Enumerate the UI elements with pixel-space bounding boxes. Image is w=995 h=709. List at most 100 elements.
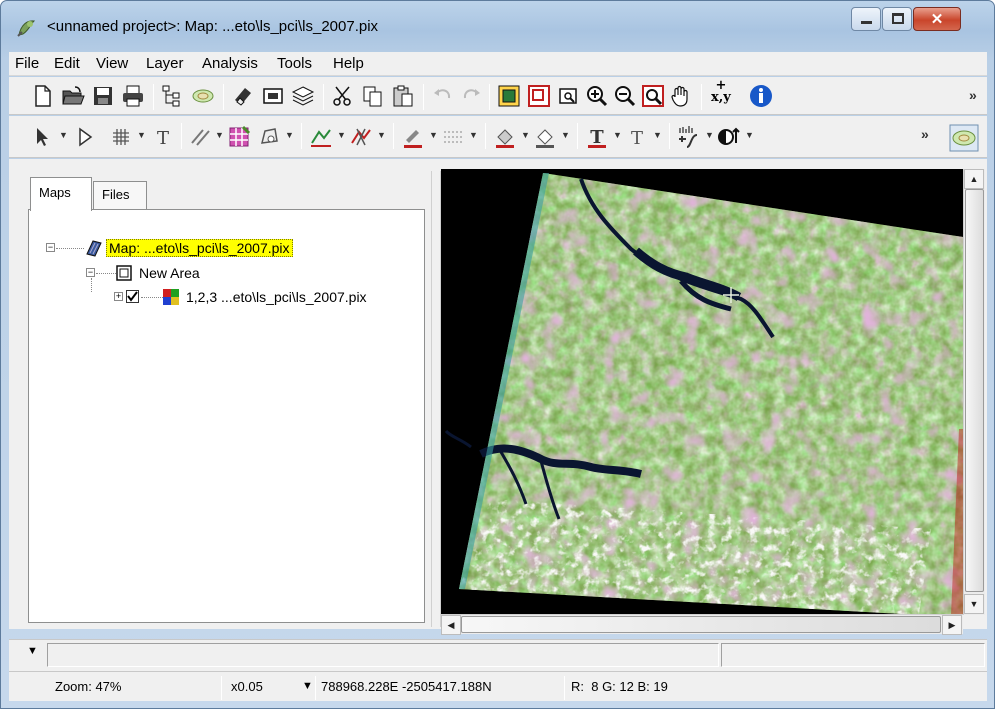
split-line-icon[interactable]	[349, 125, 373, 149]
eraser-icon[interactable]	[231, 84, 255, 108]
paste-icon[interactable]	[391, 84, 415, 108]
toolbar-separator	[489, 84, 490, 110]
hierarchy-icon[interactable]	[161, 84, 185, 108]
chevron-down-icon[interactable]: ▼	[59, 130, 68, 140]
line-style-icon[interactable]	[441, 125, 465, 149]
chevron-down-icon[interactable]: ▼	[521, 130, 530, 140]
pattern-fill-icon[interactable]	[227, 125, 251, 149]
layer-view-icon[interactable]	[191, 84, 215, 108]
toolbar-separator	[301, 123, 302, 149]
layers-stack-icon[interactable]	[291, 84, 315, 108]
tree-collapse-toggle[interactable]: −	[46, 243, 55, 252]
status-dropdown-icon[interactable]: ▼	[27, 645, 38, 657]
chevron-down-icon[interactable]: ▼	[469, 130, 478, 140]
zoom-layer-icon[interactable]	[641, 84, 665, 108]
vertical-scrollbar[interactable]: ▲ ▼	[963, 169, 985, 615]
minimize-icon	[861, 21, 872, 24]
close-button[interactable]: ✕	[913, 7, 961, 31]
tree-layer-node[interactable]: 1,2,3 ...eto\ls_pci\ls_2007.pix	[186, 289, 367, 305]
horizontal-scroll-thumb[interactable]	[461, 616, 941, 633]
layer-visibility-checkbox[interactable]	[126, 290, 139, 303]
enhancement-curve-icon[interactable]	[677, 125, 701, 149]
text-tool-icon[interactable]: T	[151, 125, 175, 149]
panel-splitter[interactable]	[431, 171, 441, 627]
contrast-icon[interactable]	[717, 125, 741, 149]
fill-style-icon[interactable]	[533, 125, 557, 149]
reshape-icon[interactable]	[309, 125, 333, 149]
zoom-extent-icon[interactable]	[497, 84, 521, 108]
scroll-down-button[interactable]: ▼	[964, 594, 984, 614]
maximize-icon	[892, 13, 904, 24]
print-icon[interactable]	[121, 84, 145, 108]
tree-area-node[interactable]: New Area	[139, 265, 200, 281]
save-icon[interactable]	[91, 84, 115, 108]
vertical-scroll-thumb[interactable]	[965, 189, 984, 592]
undo-icon[interactable]	[431, 84, 455, 108]
select-arrow-icon[interactable]	[31, 125, 55, 149]
grid-select-icon[interactable]	[109, 125, 133, 149]
new-file-icon[interactable]	[31, 84, 55, 108]
close-icon: ✕	[930, 11, 944, 28]
menu-tools[interactable]: Tools	[277, 55, 312, 72]
polygon-draw-icon[interactable]	[257, 125, 281, 149]
tree-map-node[interactable]: Map: ...eto\ls_pci\ls_2007.pix	[106, 239, 293, 257]
menu-edit[interactable]: Edit	[54, 55, 80, 72]
horizontal-scrollbar[interactable]: ◀ ▶	[441, 614, 963, 635]
cut-icon[interactable]	[331, 84, 355, 108]
menu-view[interactable]: View	[96, 55, 128, 72]
scroll-up-button[interactable]: ▲	[964, 169, 984, 189]
map-canvas[interactable]	[441, 169, 963, 615]
scroll-left-button[interactable]: ◀	[441, 615, 461, 635]
toolbar-overflow-button[interactable]: »	[969, 87, 977, 103]
maximize-button[interactable]	[882, 7, 912, 31]
chevron-down-icon[interactable]: ▼	[429, 130, 438, 140]
chevron-down-icon[interactable]: ▼	[215, 130, 224, 140]
info-icon[interactable]	[749, 84, 773, 108]
layer-view-toggle-icon[interactable]	[949, 124, 979, 152]
menu-layer[interactable]: Layer	[146, 55, 184, 72]
toolbar-separator	[423, 84, 424, 110]
menu-help[interactable]: Help	[333, 55, 364, 72]
pan-hand-icon[interactable]	[669, 84, 693, 108]
scroll-right-button[interactable]: ▶	[942, 615, 962, 635]
redo-icon[interactable]	[459, 84, 483, 108]
chevron-down-icon[interactable]: ▼	[705, 130, 714, 140]
chevron-down-icon[interactable]: ▼	[137, 130, 146, 140]
open-folder-icon[interactable]	[61, 84, 85, 108]
toolbar-overflow-button[interactable]: »	[921, 126, 929, 142]
map-node-label: Map: ...eto\ls_pci\ls_2007.pix	[106, 239, 293, 257]
toolbar-separator	[669, 123, 670, 149]
rgb-layer-icon	[163, 289, 179, 305]
tab-files[interactable]: Files	[93, 181, 147, 209]
chevron-down-icon[interactable]: ▼	[745, 130, 754, 140]
line-draw-icon[interactable]	[189, 125, 213, 149]
fill-color-icon[interactable]	[493, 125, 517, 149]
tree-connector	[56, 248, 84, 249]
chevron-down-icon[interactable]: ▼	[377, 130, 386, 140]
zoom-box-icon[interactable]	[557, 84, 581, 108]
text-color-icon[interactable]: T	[585, 125, 609, 149]
text-font-icon[interactable]: T	[625, 125, 649, 149]
area-node-icon	[116, 265, 132, 281]
zoom-window-icon[interactable]	[527, 84, 551, 108]
tree-collapse-toggle[interactable]: −	[86, 268, 95, 277]
copy-icon[interactable]	[361, 84, 385, 108]
zoom-out-icon[interactable]	[613, 84, 637, 108]
menu-file[interactable]: File	[15, 55, 39, 72]
zoom-in-icon[interactable]	[585, 84, 609, 108]
chevron-down-icon[interactable]: ▼	[561, 130, 570, 140]
coordinate-format-dropdown-icon[interactable]: ▼	[302, 680, 313, 692]
chevron-down-icon[interactable]: ▼	[653, 130, 662, 140]
tab-maps[interactable]: Maps	[30, 177, 92, 211]
menu-analysis[interactable]: Analysis	[202, 55, 258, 72]
chevron-down-icon[interactable]: ▼	[337, 130, 346, 140]
line-color-icon[interactable]	[401, 125, 425, 149]
chevron-down-icon[interactable]: ▼	[285, 130, 294, 140]
toolbar-separator	[485, 123, 486, 149]
coordinates-icon[interactable]: + x,y	[711, 79, 731, 104]
chevron-down-icon[interactable]: ▼	[613, 130, 622, 140]
minimize-button[interactable]	[851, 7, 881, 31]
vertex-select-icon[interactable]	[73, 125, 97, 149]
frame-icon[interactable]	[261, 84, 285, 108]
tree-expand-toggle[interactable]: +	[114, 292, 123, 301]
